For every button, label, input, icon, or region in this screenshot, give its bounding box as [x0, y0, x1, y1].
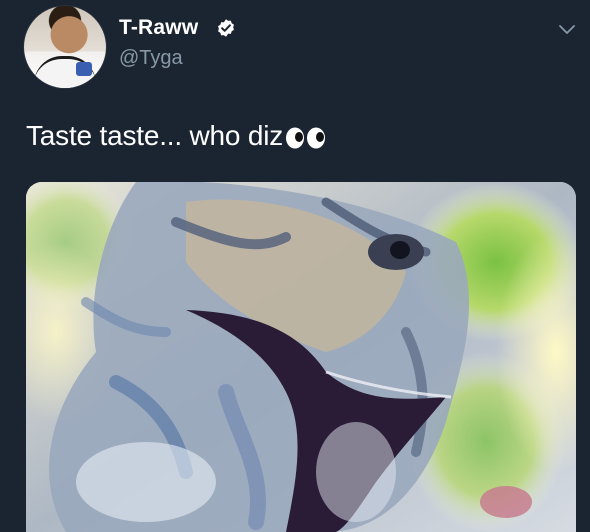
user-handle[interactable]: @Tyga [119, 47, 183, 70]
eyes-emoji [285, 126, 327, 150]
tweet-media-video[interactable] [26, 182, 576, 532]
tweet-card[interactable]: T-Raww @Tyga Taste taste... who diz [0, 0, 590, 532]
display-name[interactable]: T-Raww [119, 16, 198, 40]
chevron-down-icon[interactable] [557, 22, 577, 38]
avatar-cup [76, 62, 92, 76]
tweet-text: Taste taste... who diz [26, 120, 284, 151]
avatar[interactable] [24, 6, 106, 88]
tweet-text-row: Taste taste... who diz [26, 120, 328, 152]
verified-badge-icon [218, 19, 234, 37]
